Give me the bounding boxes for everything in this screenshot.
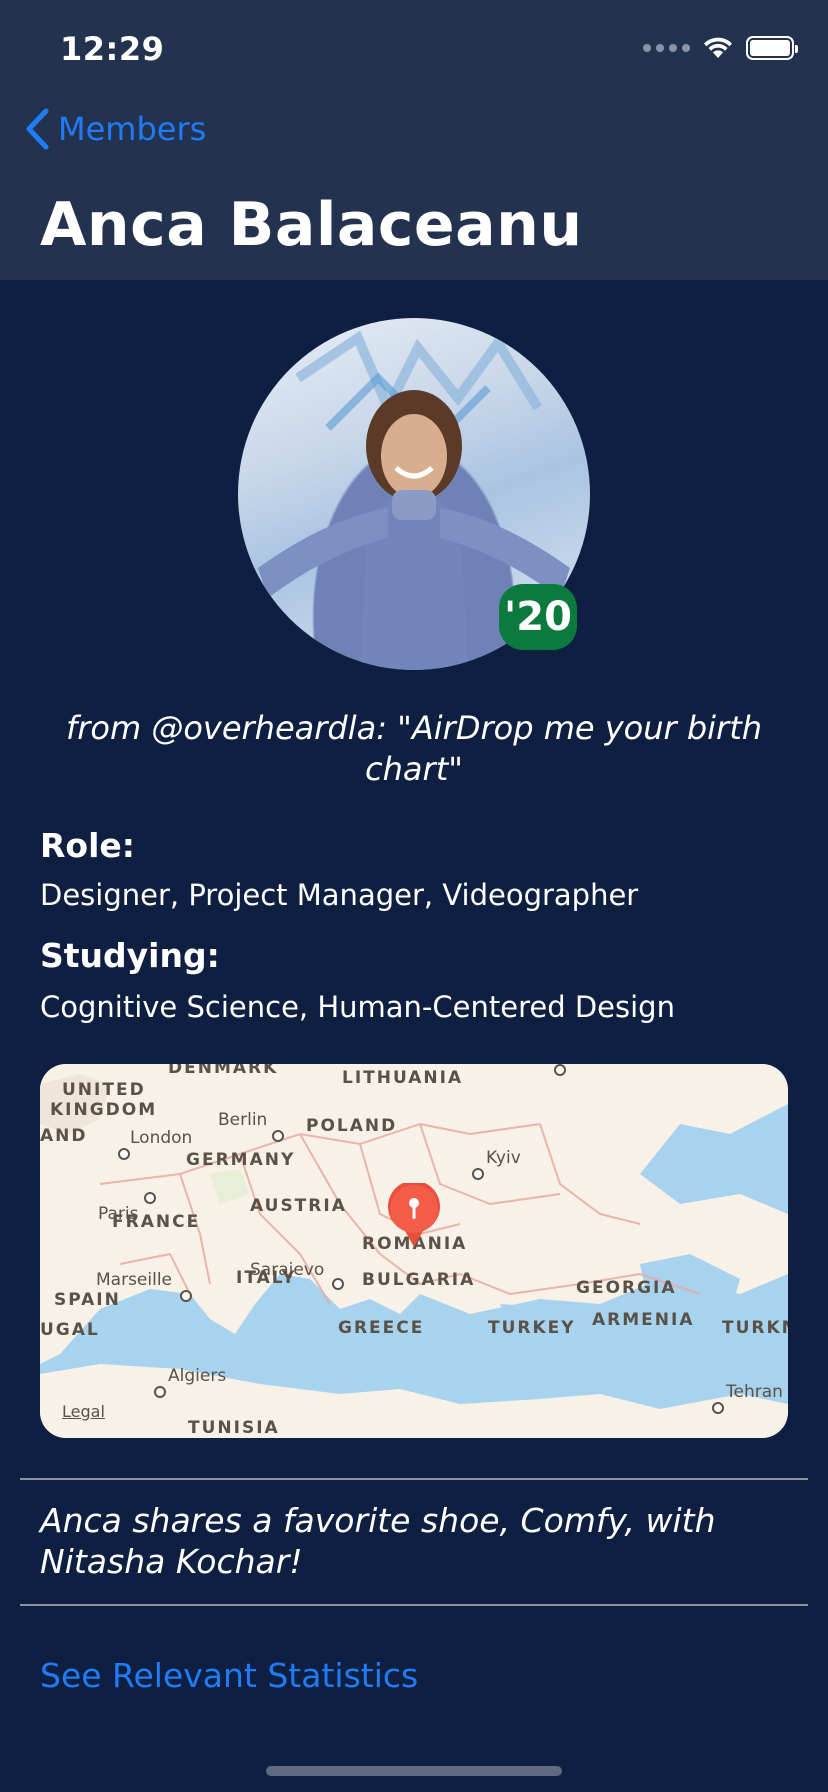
status-time: 12:29: [60, 30, 165, 68]
battery-icon: [746, 36, 798, 60]
back-button[interactable]: Members: [24, 108, 206, 150]
map-country-label: BULGARIA: [362, 1270, 476, 1290]
map-city-label: Berlin: [218, 1110, 268, 1130]
map-country-label: TURKEY: [488, 1318, 576, 1338]
map-country-label: AND: [40, 1126, 88, 1146]
map-city-label: Kyiv: [486, 1148, 521, 1168]
location-map[interactable]: DENMARK LITHUANIA UNITED KINGDOM AND POL…: [40, 1064, 788, 1438]
map-city-dot: [712, 1402, 724, 1414]
map-country-label: DENMARK: [168, 1064, 279, 1078]
map-country-label: LITHUANIA: [342, 1068, 464, 1088]
map-city-dot: [118, 1148, 130, 1160]
map-country-label: SPAIN: [54, 1290, 121, 1310]
class-year-badge: '20: [499, 584, 577, 650]
map-city-dot: [272, 1130, 284, 1142]
map-country-label: POLAND: [306, 1116, 398, 1136]
map-country-label: UGAL: [40, 1320, 100, 1340]
studying-label: Studying:: [40, 936, 220, 975]
map-city-dot: [472, 1168, 484, 1180]
map-city-label: Tehran: [726, 1382, 783, 1402]
page-title: Anca Balaceanu: [40, 190, 583, 260]
map-country-label: GREECE: [338, 1318, 425, 1338]
map-city-dot: [144, 1192, 156, 1204]
profile-quote: from @overheardla: "AirDrop me your birt…: [65, 709, 763, 788]
member-detail-screen: 12:29 Members Anca Balaceanu '20 from @o…: [0, 0, 828, 1792]
divider-bottom: [20, 1604, 808, 1606]
wifi-icon: [702, 36, 734, 60]
home-indicator[interactable]: [266, 1766, 562, 1776]
map-city-dot: [332, 1278, 344, 1290]
map-city-label: London: [130, 1128, 193, 1148]
navigation-header: 12:29 Members Anca Balaceanu: [0, 0, 828, 280]
map-city-label: Paris: [98, 1204, 139, 1224]
map-country-label: TUNISIA: [188, 1418, 280, 1438]
map-city-dot: [554, 1064, 566, 1076]
map-city-dot: [154, 1386, 166, 1398]
map-city-dot: [180, 1290, 192, 1302]
profile-avatar: '20: [238, 318, 590, 670]
map-country-label: AUSTRIA: [250, 1196, 347, 1216]
back-button-label: Members: [58, 110, 207, 148]
role-value: Designer, Project Manager, Videographer: [40, 878, 639, 912]
map-country-label: GEORGIA: [576, 1278, 677, 1298]
map-country-label: TURKM: [722, 1318, 788, 1338]
map-country-label: ARMENIA: [592, 1310, 695, 1330]
map-country-label: KINGDOM: [50, 1100, 158, 1120]
map-country-label: UNITED: [62, 1080, 146, 1100]
chevron-left-icon: [26, 108, 49, 150]
shared-favorite-note: Anca shares a favorite shoe, Comfy, with…: [40, 1501, 716, 1581]
see-relevant-statistics-link[interactable]: See Relevant Statistics: [40, 1656, 418, 1695]
role-label: Role:: [40, 826, 135, 865]
status-indicators: [643, 36, 798, 60]
map-legal-link[interactable]: Legal: [62, 1402, 105, 1421]
map-city-label: Algiers: [168, 1366, 227, 1386]
cellular-signal-icon: [643, 44, 690, 52]
divider-top: [20, 1478, 808, 1480]
map-city-label: Marseille: [96, 1270, 173, 1290]
studying-value: Cognitive Science, Human-Centered Design: [40, 990, 675, 1024]
map-city-label: Sarajevo: [250, 1260, 325, 1280]
map-country-label: GERMANY: [186, 1150, 296, 1170]
